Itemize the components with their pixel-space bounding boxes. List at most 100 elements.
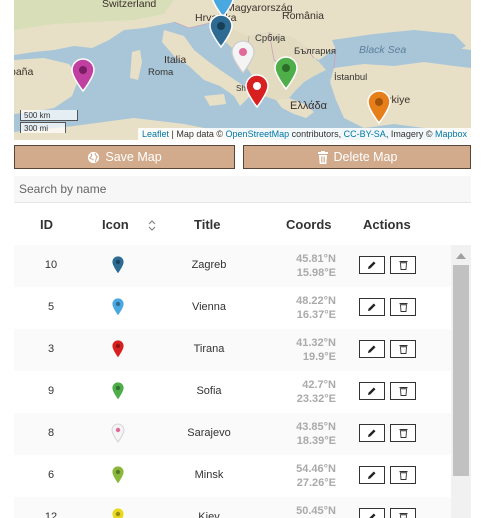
map-pin-icon (367, 90, 391, 124)
row-marker-icon (111, 507, 125, 518)
map-view[interactable]: Switzerland Hrvatska Magyarország Români… (14, 0, 471, 140)
edit-button[interactable] (359, 340, 385, 358)
map-attribution: Leaflet | Map data © OpenStreetMap contr… (138, 128, 471, 140)
table-header: ID Icon Title Coords Actions (14, 214, 471, 236)
attribution-contributors: contributors, (289, 129, 344, 139)
row-title: Tirana (193, 343, 225, 355)
license-link[interactable]: CC-BY-SA (344, 129, 386, 139)
row-coords: 43.85°N 18.39°E (280, 420, 336, 448)
column-header-title[interactable]: Title (194, 217, 221, 232)
scroll-up-icon[interactable] (456, 253, 466, 259)
map-marker-orange[interactable] (366, 90, 392, 124)
row-id: 8 (47, 427, 55, 439)
pencil-icon (368, 429, 376, 437)
map-scale: 500 km 300 mi (20, 110, 78, 133)
pencil-icon (368, 261, 376, 269)
map-pin-icon (274, 56, 298, 90)
pencil-icon (368, 387, 376, 395)
row-lat: 43.85°N (296, 421, 336, 433)
row-coords: 45.81°N 15.98°E (280, 252, 336, 280)
map-marker-magenta[interactable] (70, 58, 96, 92)
scrollbar[interactable] (451, 245, 471, 518)
trash-icon (399, 429, 407, 438)
column-header-actions: Actions (363, 217, 411, 232)
row-lng: 19.9°E (302, 351, 336, 363)
delete-row-button[interactable] (390, 298, 416, 316)
delete-row-button[interactable] (390, 466, 416, 484)
edit-button[interactable] (359, 424, 385, 442)
row-marker-icon (111, 255, 125, 275)
row-title: Sarajevo (187, 427, 231, 439)
delete-row-button[interactable] (390, 340, 416, 358)
trash-icon (399, 513, 407, 518)
row-id: 3 (47, 343, 55, 355)
edit-button[interactable] (359, 508, 385, 518)
map-pin-icon (71, 58, 95, 92)
map-marker-tirana[interactable] (244, 74, 270, 108)
row-marker-icon (111, 339, 125, 359)
edit-button[interactable] (359, 256, 385, 274)
edit-button[interactable] (359, 466, 385, 484)
row-id: 6 (47, 469, 55, 481)
row-title: Minsk (194, 469, 224, 481)
pencil-icon (368, 303, 376, 311)
label-roma: Roma (148, 67, 174, 78)
table-row: 6 Minsk 54.46°N 27.26°E (14, 455, 451, 497)
osm-link[interactable]: OpenStreetMap (226, 129, 290, 139)
trash-icon (399, 303, 407, 312)
trash-icon (399, 345, 407, 354)
map-marker-sofia[interactable] (273, 56, 299, 90)
map-marker-sarajevo[interactable] (230, 40, 256, 74)
map-pin-icon (231, 40, 255, 74)
row-title: Kiev (198, 511, 220, 518)
delete-row-button[interactable] (390, 382, 416, 400)
row-id: 12 (44, 511, 58, 518)
edit-button[interactable] (359, 298, 385, 316)
search-input[interactable] (14, 176, 471, 203)
leaflet-link[interactable]: Leaflet (142, 129, 169, 139)
row-coords: 41.32°N 19.9°E (280, 336, 336, 364)
globe-icon (88, 151, 100, 163)
pencil-icon (369, 513, 376, 518)
row-id: 5 (47, 301, 55, 313)
row-lat: 50.45°N (296, 505, 336, 517)
row-id: 10 (44, 259, 58, 271)
column-header-id[interactable]: ID (40, 217, 53, 232)
delete-map-button[interactable]: Delete Map (243, 145, 471, 169)
column-header-coords[interactable]: Coords (286, 217, 332, 232)
delete-row-button[interactable] (390, 256, 416, 274)
label-switzerland: Switzerland (102, 0, 157, 10)
scale-mi: 300 mi (20, 122, 66, 133)
label-espana: paña (14, 66, 34, 78)
label-istanbul: İstanbul (334, 72, 368, 83)
table-body[interactable]: 10 Zagreb 45.81°N 15.98°E 5 Vienna 48.22… (14, 245, 451, 518)
delete-map-label: Delete Map (333, 150, 398, 164)
pencil-icon (368, 471, 376, 479)
edit-button[interactable] (359, 382, 385, 400)
mapbox-link[interactable]: Mapbox (435, 129, 467, 139)
delete-row-button[interactable] (390, 508, 416, 518)
row-lng: 23.32°E (296, 393, 336, 405)
row-coords: 42.7°N 23.32°E (280, 378, 336, 406)
column-header-icon[interactable]: Icon (102, 217, 129, 232)
row-id: 9 (47, 385, 55, 397)
label-italia: Italia (164, 54, 187, 66)
row-coords: 50.45°N 30.52°E (280, 504, 336, 518)
table-row: 9 Sofia 42.7°N 23.32°E (14, 371, 451, 413)
row-lat: 54.46°N (296, 463, 336, 475)
row-lng: 18.39°E (296, 435, 336, 447)
row-lat: 41.32°N (296, 337, 336, 349)
label-srbija: Србија (255, 33, 286, 44)
save-map-button[interactable]: Save Map (14, 145, 235, 169)
row-marker-icon (111, 381, 125, 401)
sort-icon[interactable] (148, 220, 156, 231)
row-lat: 42.7°N (302, 379, 336, 391)
table-row: 3 Tirana 41.32°N 19.9°E (14, 329, 451, 371)
row-marker-icon (111, 297, 125, 317)
row-title: Zagreb (191, 259, 227, 271)
pencil-icon (368, 345, 376, 353)
row-lat: 48.22°N (296, 295, 336, 307)
delete-row-button[interactable] (390, 424, 416, 442)
scrollbar-thumb[interactable] (453, 265, 469, 476)
table-row: 5 Vienna 48.22°N 16.37°E (14, 287, 451, 329)
